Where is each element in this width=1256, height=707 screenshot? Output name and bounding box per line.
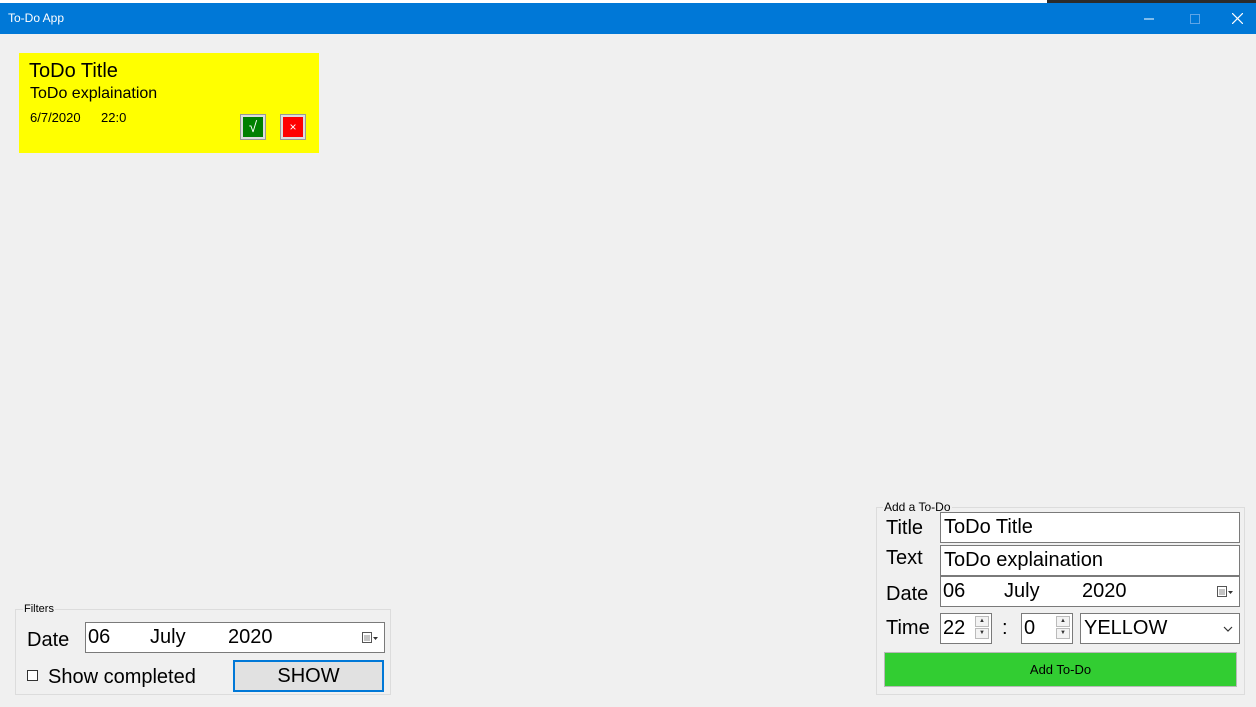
add-title-input[interactable]: ToDo Title xyxy=(940,512,1240,543)
filters-date-picker[interactable]: 06 July 2020 xyxy=(85,622,385,653)
calendar-dropdown-icon[interactable] xyxy=(1217,586,1233,598)
todo-title: ToDo Title xyxy=(29,60,118,82)
show-completed-checkbox[interactable] xyxy=(27,670,38,681)
color-select-value: YELLOW xyxy=(1084,617,1168,639)
todo-card: ToDo Title ToDo explaination 6/7/2020 22… xyxy=(19,53,319,153)
filters-legend: Filters xyxy=(23,603,55,615)
complete-button[interactable]: √ xyxy=(240,114,266,140)
todo-text: ToDo explaination xyxy=(30,85,158,102)
add-text-input[interactable]: ToDo explaination xyxy=(940,545,1240,576)
minute-value: 0 xyxy=(1024,617,1036,639)
add-title-label: Title xyxy=(886,517,924,539)
minimize-button[interactable] xyxy=(1126,3,1172,34)
minute-spinner-arrows[interactable]: ▲ ▼ xyxy=(1056,616,1070,640)
todo-time: 22:0 xyxy=(101,110,127,125)
minimize-icon xyxy=(1144,18,1154,19)
add-time-label: Time xyxy=(886,617,930,639)
add-text-value: ToDo explaination xyxy=(944,549,1103,571)
hour-value: 22 xyxy=(943,617,966,639)
filters-date-label: Date xyxy=(27,629,70,651)
color-select[interactable]: YELLOW xyxy=(1080,613,1240,644)
todo-date: 6/7/2020 xyxy=(30,110,81,125)
close-button[interactable] xyxy=(1218,3,1256,34)
delete-button[interactable]: × xyxy=(280,114,306,140)
calendar-dropdown-icon[interactable] xyxy=(362,632,378,644)
filters-date-day: 06 xyxy=(88,626,111,648)
show-completed-label: Show completed xyxy=(48,666,196,688)
add-date-month: July xyxy=(1004,580,1040,602)
add-date-year: 2020 xyxy=(1082,580,1127,602)
maximize-icon xyxy=(1190,13,1200,24)
add-title-value: ToDo Title xyxy=(944,516,1033,538)
add-text-label: Text xyxy=(886,547,923,569)
show-button[interactable]: SHOW xyxy=(233,660,384,692)
add-todo-button[interactable]: Add To-Do xyxy=(884,652,1237,687)
filters-date-month: July xyxy=(150,626,186,648)
chevron-up-icon[interactable]: ▲ xyxy=(1056,616,1070,627)
add-date-picker[interactable]: 06 July 2020 xyxy=(940,576,1240,607)
minute-spinner[interactable]: 0 ▲ ▼ xyxy=(1021,613,1073,644)
add-date-label: Date xyxy=(886,583,929,605)
filters-date-year: 2020 xyxy=(228,626,273,648)
chevron-up-icon[interactable]: ▲ xyxy=(975,616,989,627)
hour-spinner[interactable]: 22 ▲ ▼ xyxy=(940,613,992,644)
window-title: To-Do App xyxy=(8,11,65,25)
chevron-down-icon xyxy=(1223,626,1233,632)
chevron-down-icon[interactable]: ▼ xyxy=(1056,628,1070,639)
add-date-day: 06 xyxy=(943,580,966,602)
title-bar: To-Do App xyxy=(0,3,1256,34)
time-separator: : xyxy=(1002,617,1008,639)
close-icon xyxy=(1231,13,1243,24)
hour-spinner-arrows[interactable]: ▲ ▼ xyxy=(975,616,989,640)
chevron-down-icon[interactable]: ▼ xyxy=(975,628,989,639)
maximize-button[interactable] xyxy=(1172,3,1218,34)
